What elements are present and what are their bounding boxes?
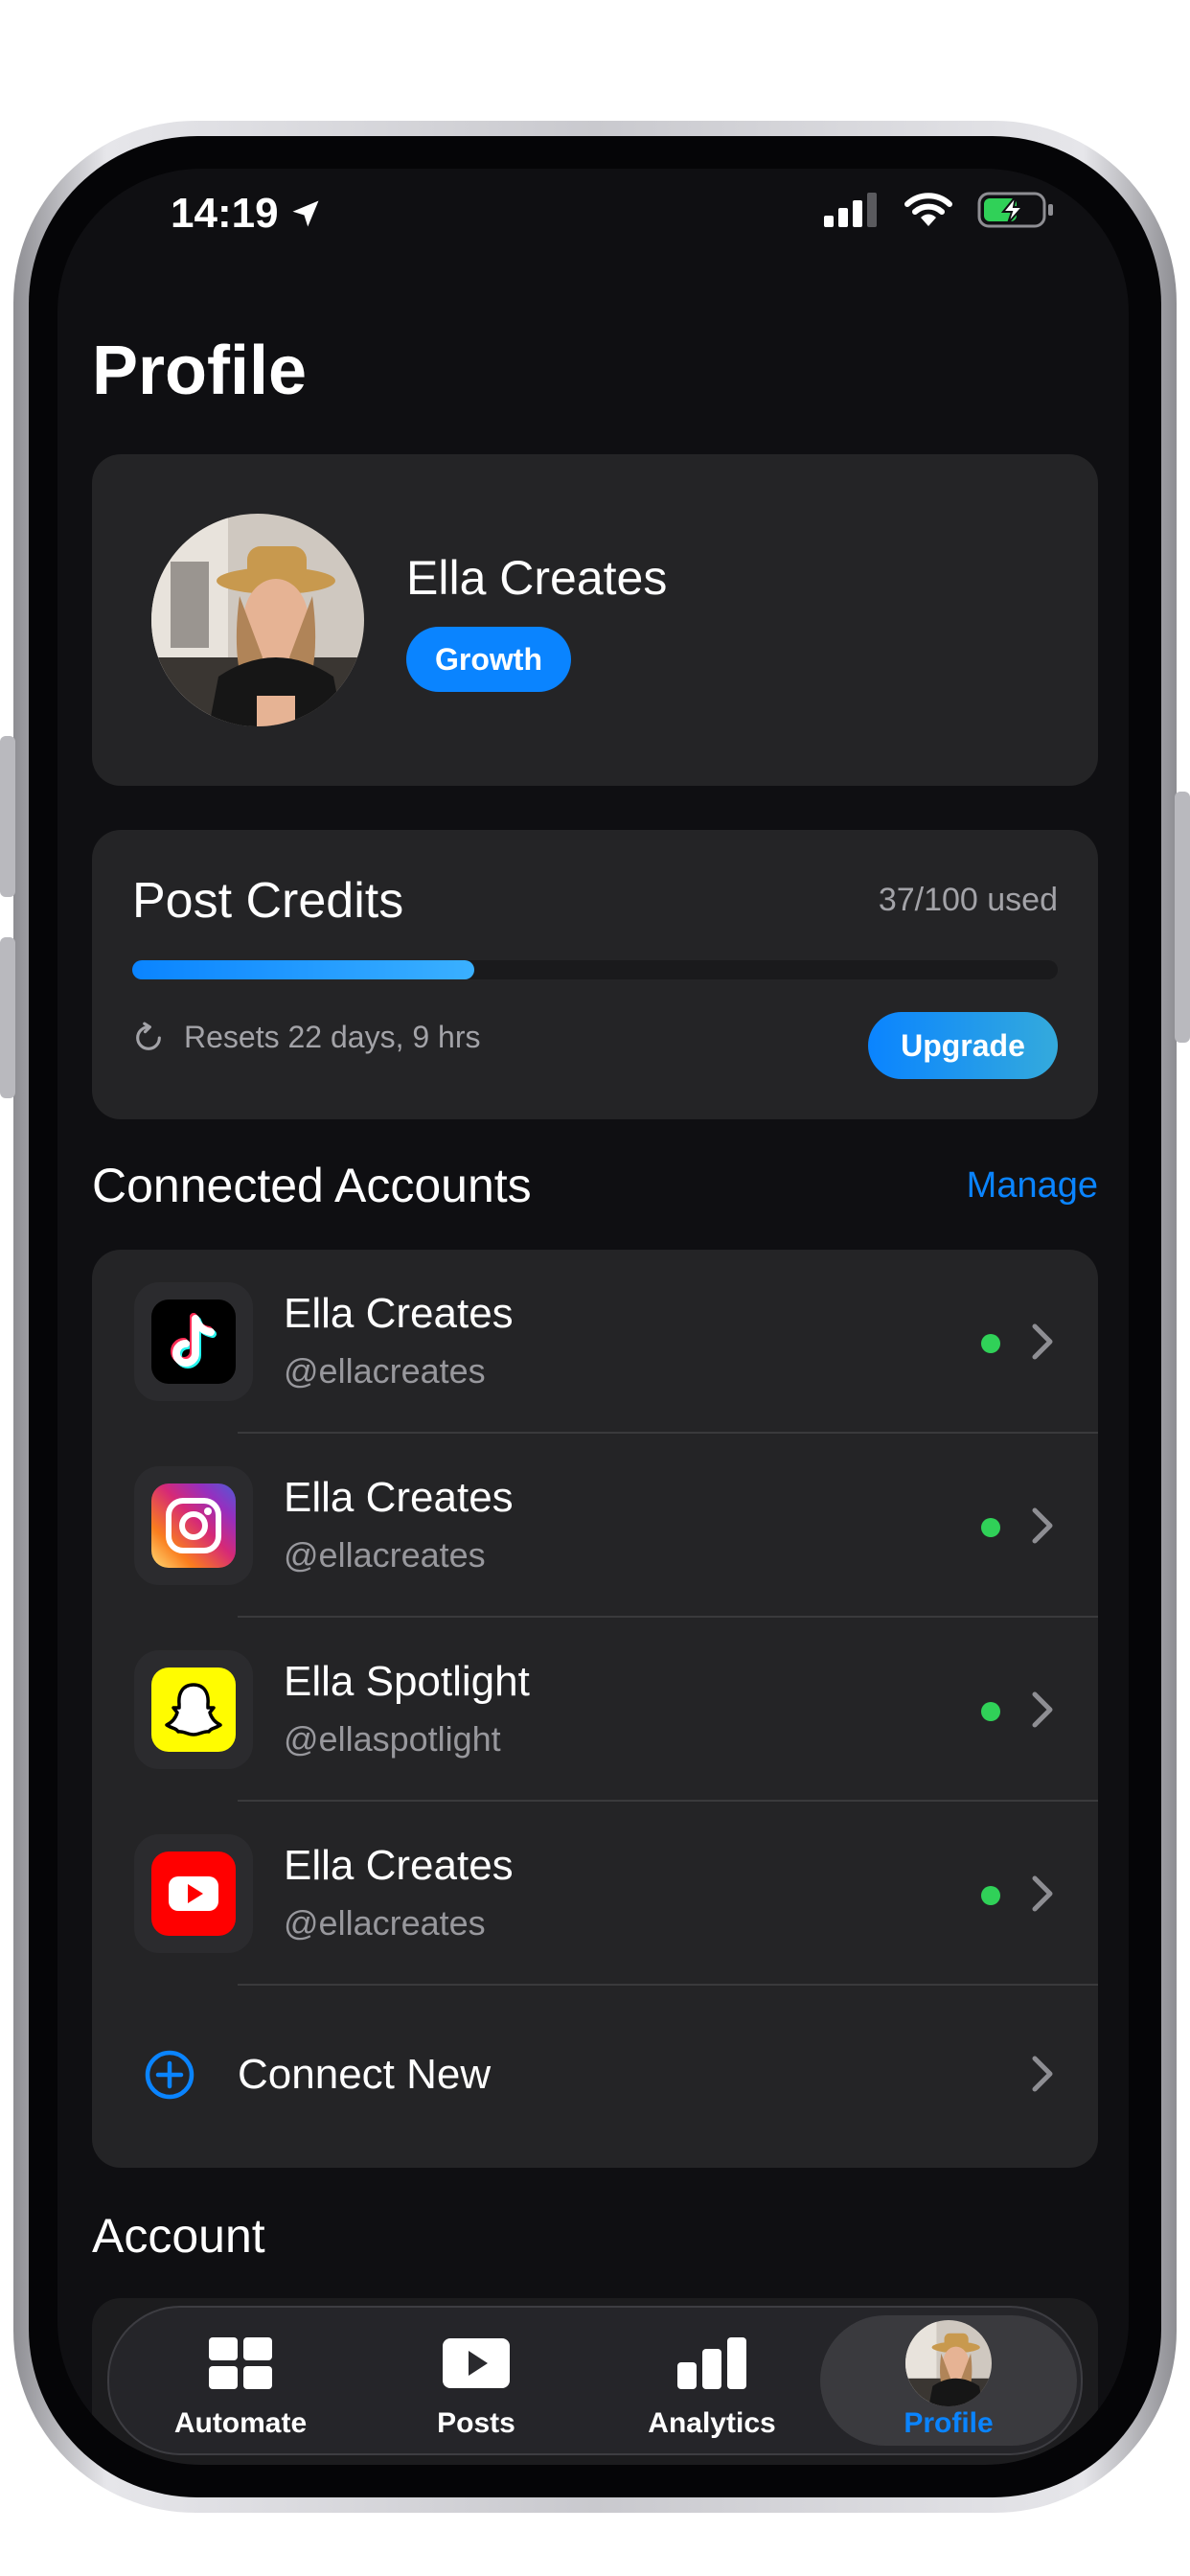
volume-down-button — [0, 937, 15, 1098]
connected-accounts-title: Connected Accounts — [92, 1159, 532, 1212]
account-name: Ella Creates — [284, 1474, 514, 1521]
account-icon-bg — [134, 1466, 253, 1585]
tab-icon-wrap — [130, 2333, 351, 2394]
tab-label: Analytics — [648, 2407, 776, 2439]
account-handle: @ellacreates — [284, 1535, 486, 1575]
tab-label: Profile — [904, 2407, 994, 2439]
tab-icon-wrap — [820, 2319, 1077, 2407]
account-row-youtube[interactable]: Ella Creates @ellacreates — [92, 1802, 1098, 1986]
chevron-right-icon — [1032, 1323, 1053, 1360]
status-time: 14:19 — [171, 190, 323, 238]
power-button — [1175, 792, 1190, 1043]
instagram-icon — [151, 1484, 236, 1568]
credits-usage: 37/100 used — [878, 882, 1058, 918]
account-name: Ella Spotlight — [284, 1658, 530, 1705]
upgrade-button[interactable]: Upgrade — [868, 1012, 1058, 1079]
tab-analytics[interactable]: Analytics — [602, 2308, 822, 2453]
connected-status-dot — [981, 1334, 1000, 1353]
tab-bar: Automate Posts Analytics Profile — [107, 2306, 1083, 2455]
credits-progress-fill — [132, 960, 475, 979]
plan-badge: Growth — [406, 627, 571, 692]
tab-profile[interactable]: Profile — [820, 2315, 1077, 2446]
connected-status-dot — [981, 1702, 1000, 1721]
grid-icon — [209, 2337, 272, 2389]
play-icon — [443, 2338, 510, 2388]
manage-link[interactable]: Manage — [967, 1165, 1098, 1207]
volume-up-button — [0, 736, 15, 897]
tab-automate[interactable]: Automate — [130, 2308, 351, 2453]
chevron-right-icon — [1032, 2056, 1053, 2092]
account-icon-bg — [134, 1282, 253, 1401]
account-row-instagram[interactable]: Ella Creates @ellacreates — [92, 1434, 1098, 1618]
account-name: Ella Creates — [284, 1290, 514, 1337]
snapchat-icon — [151, 1668, 236, 1752]
tab-icon-wrap — [602, 2333, 822, 2394]
tab-posts[interactable]: Posts — [366, 2308, 586, 2453]
tiktok-icon — [151, 1300, 236, 1384]
reset-text: Resets 22 days, 9 hrs — [184, 1020, 481, 1054]
connected-status-dot — [981, 1518, 1000, 1537]
credits-title: Post Credits — [132, 873, 404, 929]
cellular-signal-icon — [824, 193, 877, 227]
account-icon-bg — [134, 1650, 253, 1769]
tab-label: Posts — [437, 2407, 515, 2439]
reset-info: Resets 22 days, 9 hrs — [132, 1020, 480, 1055]
connected-accounts-card: Ella Creates @ellacreates Ella Creates @… — [92, 1250, 1098, 2168]
screen: 14:19 Profile Ella Creates Growth Post C… — [57, 169, 1129, 2465]
connect-new-row[interactable]: Connect New — [92, 1986, 1098, 2162]
account-name: Ella Creates — [284, 1842, 514, 1889]
chevron-right-icon — [1032, 1507, 1053, 1544]
credits-progress-bar — [132, 960, 1058, 979]
account-handle: @ellacreates — [284, 1351, 486, 1391]
connect-new-label: Connect New — [238, 2051, 492, 2098]
account-icon-bg — [134, 1834, 253, 1953]
avatar — [905, 2320, 992, 2406]
chevron-right-icon — [1032, 1691, 1053, 1728]
battery-charging-icon — [977, 192, 1053, 228]
account-row-snapchat[interactable]: Ella Spotlight @ellaspotlight — [92, 1618, 1098, 1802]
bar-chart-icon — [677, 2337, 746, 2389]
account-row-tiktok[interactable]: Ella Creates @ellacreates — [92, 1250, 1098, 1434]
tab-icon-wrap — [366, 2333, 586, 2394]
status-icons — [824, 192, 1054, 228]
plus-circle-icon — [145, 2050, 195, 2100]
post-credits-card: Post Credits 37/100 used Resets 22 days,… — [92, 830, 1098, 1119]
chevron-right-icon — [1032, 1875, 1053, 1912]
wifi-icon — [904, 193, 952, 226]
connected-status-dot — [981, 1886, 1000, 1905]
profile-avatar[interactable] — [151, 514, 364, 726]
time-text: 14:19 — [171, 190, 279, 237]
profile-name: Ella Creates — [406, 551, 668, 605]
page-title: Profile — [92, 333, 308, 409]
account-handle: @ellaspotlight — [284, 1719, 501, 1759]
tab-label: Automate — [173, 2407, 308, 2439]
refresh-icon — [136, 1022, 161, 1050]
youtube-icon — [151, 1852, 236, 1936]
profile-card[interactable]: Ella Creates Growth — [92, 454, 1098, 786]
account-section-title: Account — [92, 2209, 265, 2263]
location-arrow-icon — [292, 200, 319, 227]
account-handle: @ellacreates — [284, 1903, 486, 1943]
